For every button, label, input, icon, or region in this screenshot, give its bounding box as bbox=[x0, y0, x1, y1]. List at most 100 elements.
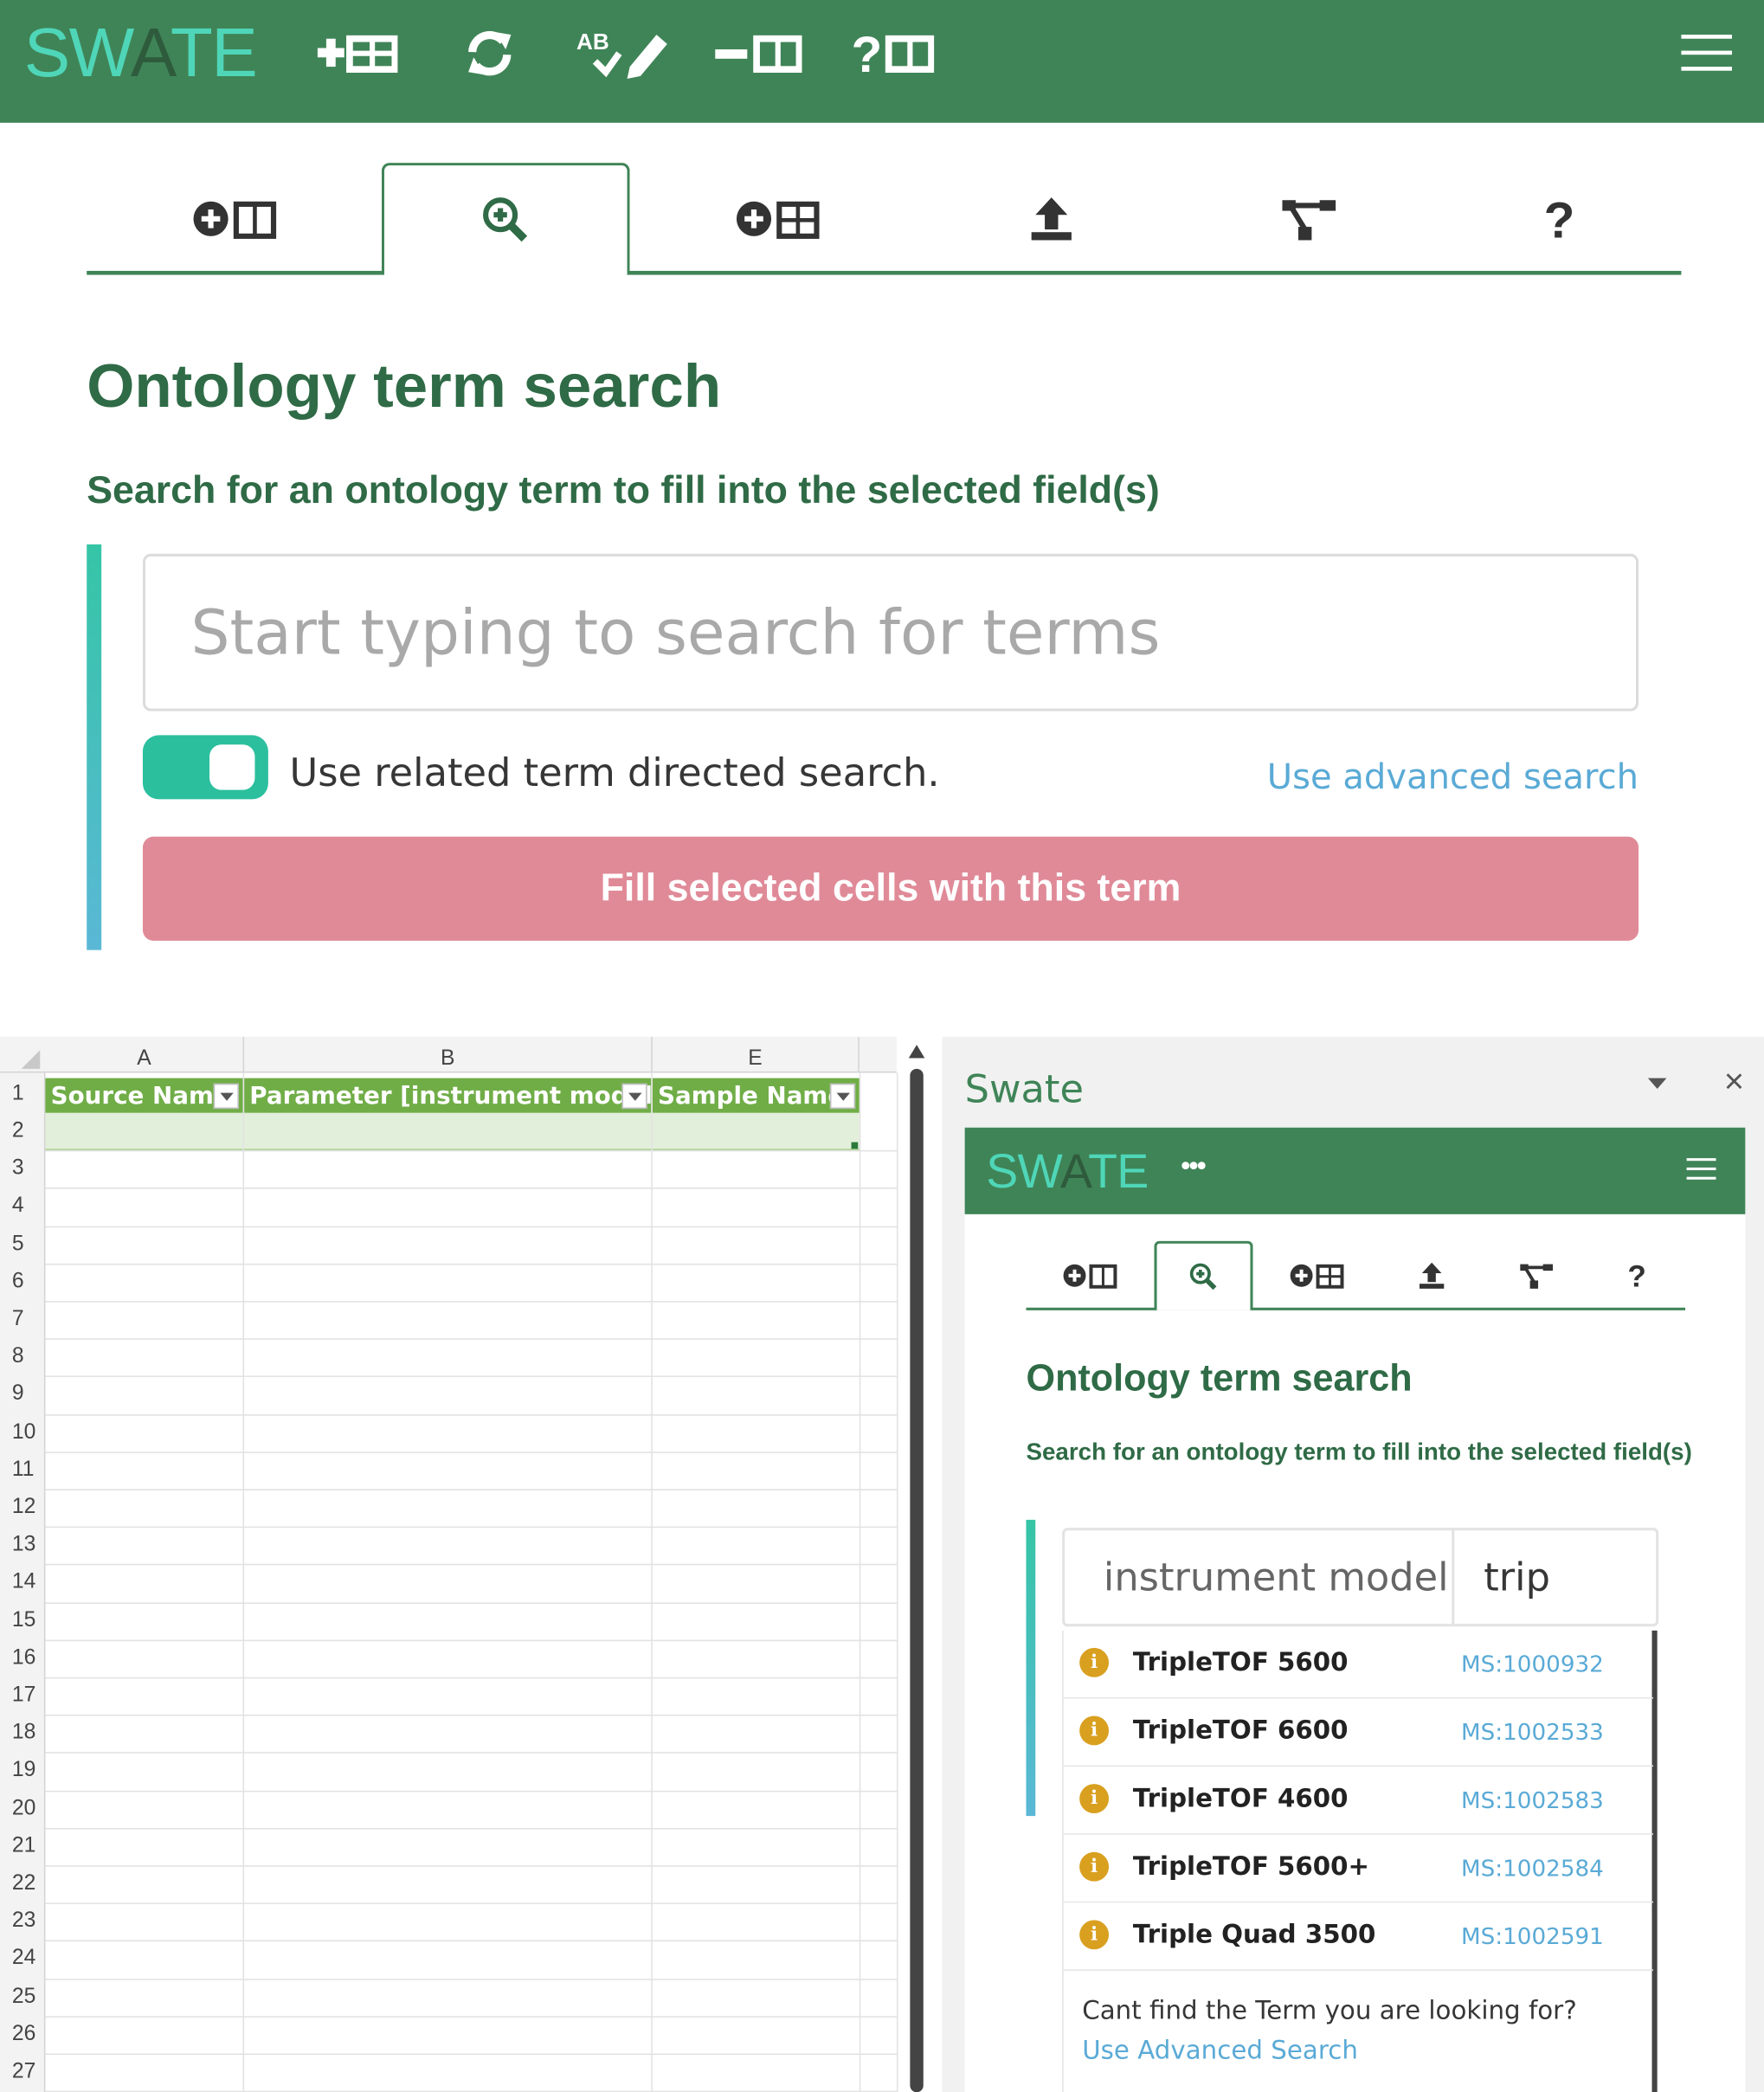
select-all-corner[interactable] bbox=[0, 1037, 45, 1073]
info-icon[interactable]: i bbox=[1079, 1715, 1110, 1746]
row-header[interactable]: 6 bbox=[0, 1264, 45, 1301]
filter-dropdown-icon[interactable] bbox=[621, 1083, 647, 1110]
info-icon[interactable]: i bbox=[1079, 1647, 1110, 1677]
remove-column-icon[interactable] bbox=[714, 27, 802, 80]
result-term-id[interactable]: MS:1002591 bbox=[1461, 1924, 1604, 1951]
table-header-cell[interactable]: Sample Name bbox=[652, 1078, 859, 1113]
chevron-down-icon[interactable] bbox=[1647, 1078, 1667, 1089]
tab-help[interactable]: ? bbox=[1589, 1241, 1685, 1310]
row-header[interactable]: 18 bbox=[0, 1715, 45, 1752]
column-header[interactable]: A bbox=[45, 1036, 245, 1073]
row-header[interactable]: 14 bbox=[0, 1564, 45, 1601]
advanced-search-link[interactable]: Use advanced search bbox=[1267, 758, 1638, 798]
selected-row[interactable] bbox=[45, 1112, 859, 1150]
column-header[interactable]: E bbox=[653, 1036, 859, 1073]
add-template-icon bbox=[736, 201, 819, 239]
tab-help[interactable]: ? bbox=[1439, 163, 1682, 274]
row-header[interactable]: 16 bbox=[0, 1639, 45, 1677]
row-header[interactable]: 22 bbox=[0, 1865, 45, 1902]
scroll-thumb[interactable] bbox=[910, 1068, 924, 2092]
info-icon[interactable]: i bbox=[1079, 1784, 1110, 1814]
term-search-field[interactable]: instrument model trip bbox=[1062, 1528, 1659, 1627]
search-result-item[interactable]: i TripleTOF 5600+ MS:1002584 bbox=[1063, 1835, 1654, 1903]
tab-add-building-block[interactable] bbox=[87, 163, 382, 274]
protocol-tree-icon bbox=[1281, 200, 1336, 241]
row-header[interactable]: 9 bbox=[0, 1376, 45, 1413]
add-table-icon[interactable] bbox=[315, 27, 398, 80]
row-header[interactable]: 23 bbox=[0, 1903, 45, 1941]
scroll-up-icon[interactable] bbox=[908, 1045, 925, 1059]
spellcheck-icon[interactable]: AB bbox=[576, 27, 673, 80]
row-header[interactable]: 20 bbox=[0, 1790, 45, 1827]
grid-line bbox=[45, 1489, 897, 1490]
row-header[interactable]: 11 bbox=[0, 1452, 45, 1489]
row-header[interactable]: 13 bbox=[0, 1527, 45, 1564]
row-header[interactable]: 3 bbox=[0, 1150, 45, 1188]
row-header[interactable]: 17 bbox=[0, 1677, 45, 1715]
info-icon[interactable]: i bbox=[1079, 1851, 1110, 1882]
tab-add-building-block[interactable] bbox=[1026, 1241, 1154, 1310]
fill-handle[interactable] bbox=[851, 1142, 859, 1149]
grid-line bbox=[859, 1072, 861, 2092]
info-icon[interactable]: i bbox=[1079, 1920, 1110, 1950]
result-term-id[interactable]: MS:1002584 bbox=[1461, 1856, 1604, 1883]
term-search-input[interactable]: Start typing to search for terms bbox=[142, 553, 1639, 711]
accent-bar bbox=[87, 544, 102, 950]
more-options-icon[interactable]: ••• bbox=[1181, 1151, 1206, 1181]
row-header[interactable]: 4 bbox=[0, 1188, 45, 1226]
close-icon[interactable]: × bbox=[1724, 1061, 1744, 1103]
search-result-item[interactable]: i TripleTOF 4600 MS:1002583 bbox=[1063, 1767, 1654, 1835]
advanced-search-link[interactable]: Use Advanced Search bbox=[1082, 2036, 1358, 2065]
table-header-cell[interactable]: Source Name bbox=[45, 1078, 243, 1113]
row-header[interactable]: 1 bbox=[0, 1076, 45, 1113]
row-header[interactable]: 21 bbox=[0, 1828, 45, 1865]
column-header[interactable]: B bbox=[244, 1036, 653, 1073]
taskpane-title: Swate bbox=[964, 1065, 1084, 1112]
result-term-id[interactable]: MS:1000932 bbox=[1461, 1652, 1604, 1679]
vertical-scrollbar[interactable] bbox=[908, 1037, 925, 2092]
tab-term-search[interactable] bbox=[381, 163, 630, 280]
search-result-item[interactable]: i TripleTOF 5600 MS:1000932 bbox=[1063, 1631, 1654, 1699]
row-header[interactable]: 25 bbox=[0, 1979, 45, 2016]
cell-grid[interactable]: Source Name Parameter [instrument model]… bbox=[45, 1072, 898, 2092]
help-column-icon[interactable]: ? bbox=[852, 27, 935, 80]
grid-line bbox=[45, 1226, 897, 1227]
row-header[interactable]: 19 bbox=[0, 1753, 45, 1790]
row-header[interactable]: 27 bbox=[0, 2054, 45, 2091]
row-header[interactable]: 2 bbox=[0, 1113, 45, 1150]
related-term-toggle[interactable] bbox=[142, 735, 268, 800]
tab-upload[interactable] bbox=[1381, 1241, 1483, 1310]
result-term-id[interactable]: MS:1002583 bbox=[1461, 1788, 1604, 1815]
grid-line bbox=[45, 1338, 897, 1341]
swate-logo[interactable]: SWATE bbox=[986, 1143, 1149, 1200]
grid-line bbox=[45, 1902, 897, 1905]
search-result-item[interactable]: i TripleTOF 6600 MS:1002533 bbox=[1063, 1698, 1654, 1767]
tab-protocol-tree[interactable] bbox=[1483, 1241, 1589, 1310]
table-header-cell[interactable]: Parameter [instrument model] bbox=[244, 1078, 664, 1113]
row-header[interactable]: 26 bbox=[0, 2016, 45, 2053]
grid-line bbox=[45, 1451, 897, 1453]
term-search-input[interactable]: trip bbox=[1457, 1530, 1658, 1624]
tab-protocol-tree[interactable] bbox=[1178, 163, 1439, 274]
tab-term-search[interactable] bbox=[1154, 1240, 1253, 1313]
row-header[interactable]: 8 bbox=[0, 1339, 45, 1376]
refresh-icon[interactable] bbox=[463, 27, 517, 80]
search-result-item[interactable]: i Triple Quad 3500 MS:1002591 bbox=[1063, 1902, 1654, 1971]
filter-dropdown-icon[interactable] bbox=[829, 1083, 856, 1110]
row-header[interactable]: 5 bbox=[0, 1226, 45, 1263]
result-term-id[interactable]: MS:1002533 bbox=[1461, 1720, 1604, 1747]
row-header[interactable]: 15 bbox=[0, 1602, 45, 1639]
hamburger-menu-icon[interactable] bbox=[1686, 1158, 1716, 1182]
row-header[interactable]: 12 bbox=[0, 1489, 45, 1526]
row-header[interactable]: 7 bbox=[0, 1301, 45, 1338]
add-template-icon bbox=[1290, 1264, 1344, 1289]
fill-cells-button[interactable]: Fill selected cells with this term bbox=[142, 836, 1639, 941]
tab-add-template[interactable] bbox=[1253, 1241, 1381, 1310]
filter-dropdown-icon[interactable] bbox=[213, 1083, 239, 1110]
tab-add-template[interactable] bbox=[630, 163, 925, 274]
tab-upload[interactable] bbox=[924, 163, 1178, 274]
row-header[interactable]: 24 bbox=[0, 1941, 45, 1978]
swate-logo[interactable]: SWATE bbox=[24, 13, 258, 93]
row-header[interactable]: 10 bbox=[0, 1413, 45, 1451]
hamburger-menu-icon[interactable] bbox=[1681, 35, 1732, 72]
